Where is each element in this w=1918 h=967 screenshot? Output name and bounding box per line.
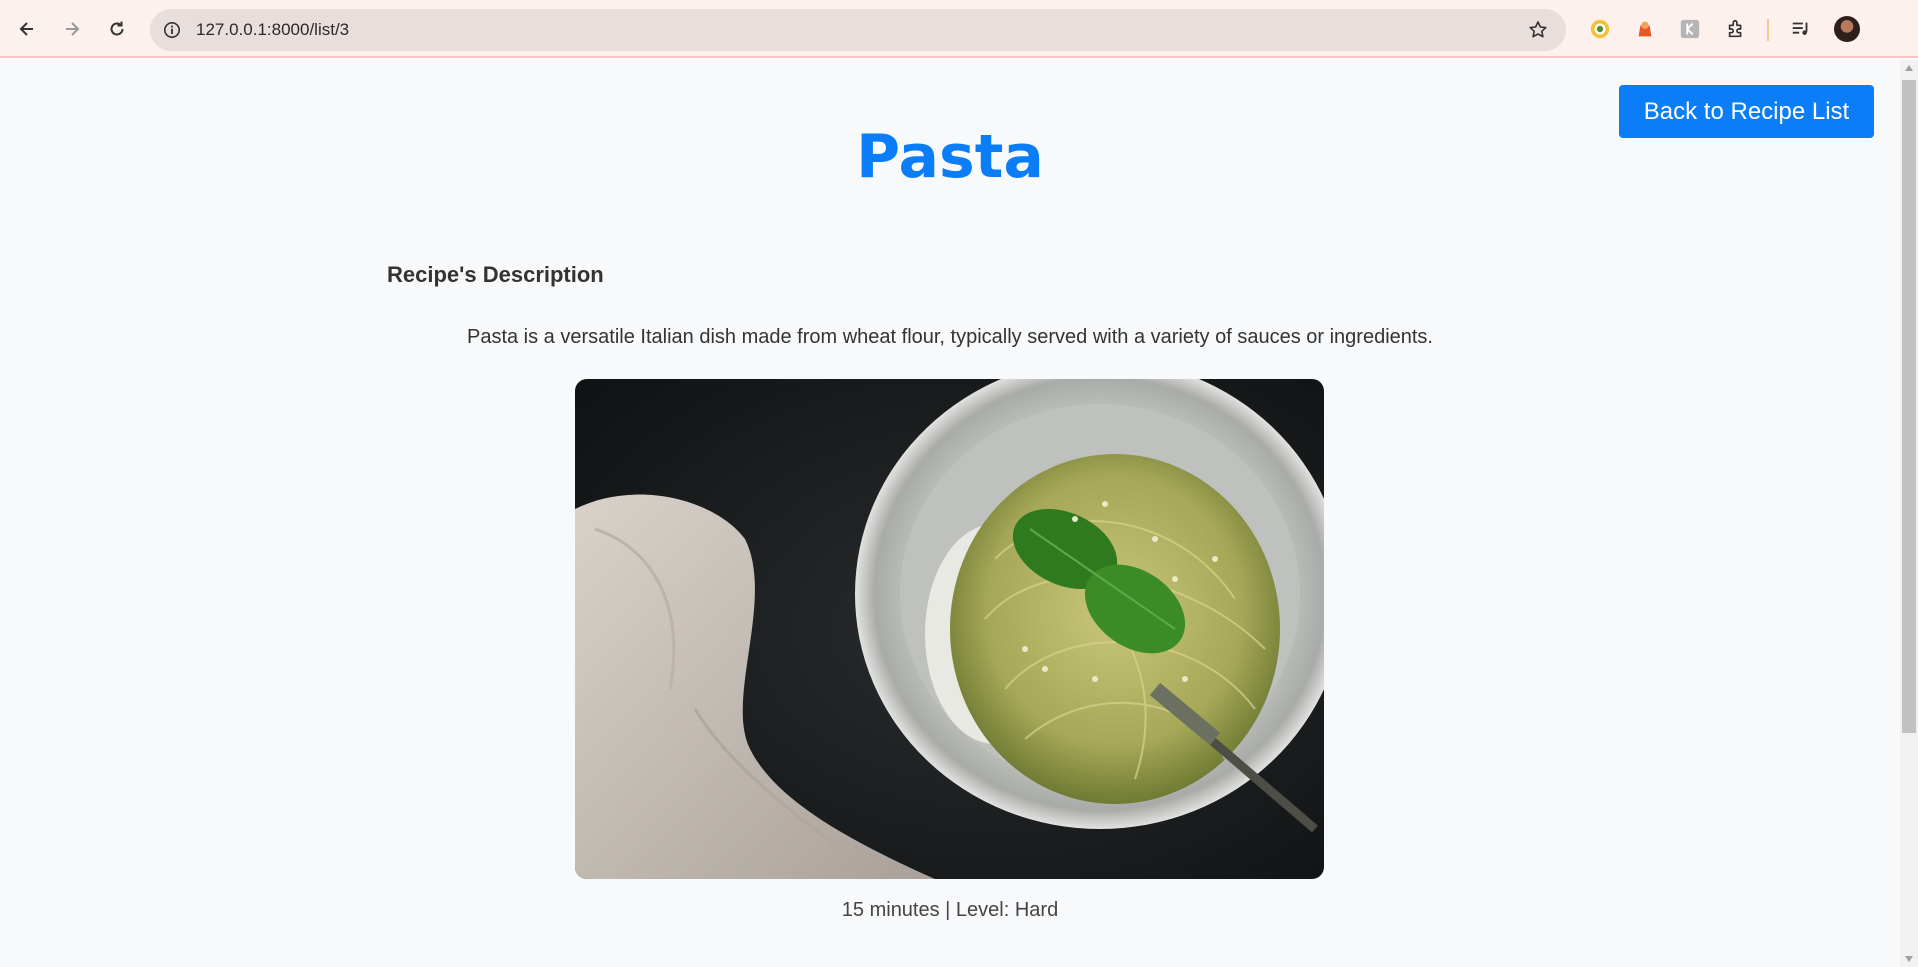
reload-button[interactable]	[99, 11, 135, 47]
extension-fox-icon[interactable]	[1633, 17, 1657, 41]
scroll-down-arrow-icon[interactable]	[1905, 956, 1913, 962]
back-nav-button[interactable]	[9, 11, 45, 47]
arrow-left-icon	[19, 22, 33, 36]
toolbar-divider	[1767, 19, 1769, 41]
recipe-time-level: 15 minutes | Level: Hard	[841, 899, 1059, 921]
scrollbar-thumb[interactable]	[1902, 80, 1916, 733]
extension-grey-icon[interactable]	[1678, 17, 1702, 41]
media-controls-icon[interactable]	[1789, 17, 1813, 41]
bookmark-star-icon[interactable]	[1526, 18, 1550, 42]
address-bar[interactable]: 127.0.0.1:8000/list/3	[150, 9, 1566, 51]
page-title: Pasta	[856, 122, 1044, 192]
browser-toolbar: 127.0.0.1:8000/list/3	[0, 0, 1918, 58]
page-scrollbar[interactable]	[1900, 60, 1918, 967]
extension-circle-icon[interactable]	[1588, 17, 1612, 41]
reload-icon	[110, 21, 124, 36]
forward-nav-button[interactable]	[54, 11, 90, 47]
scroll-up-arrow-icon[interactable]	[1905, 65, 1913, 71]
profile-avatar[interactable]	[1834, 16, 1860, 42]
recipe-description: Pasta is a versatile Italian dish made f…	[466, 326, 1433, 348]
site-info-icon[interactable]	[160, 18, 184, 42]
description-heading: Recipe's Description	[387, 262, 604, 287]
extensions-puzzle-icon[interactable]	[1724, 17, 1748, 41]
address-url[interactable]: 127.0.0.1:8000/list/3	[196, 20, 349, 40]
arrow-right-icon	[66, 22, 80, 36]
recipe-image	[575, 379, 1324, 879]
